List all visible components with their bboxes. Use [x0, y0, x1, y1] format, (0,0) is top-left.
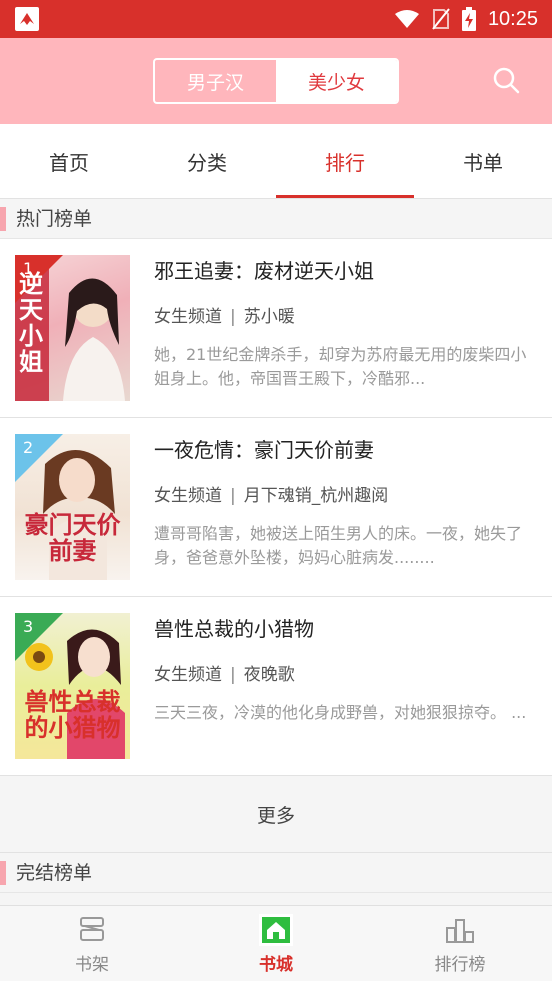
- tab-category[interactable]: 分类: [138, 124, 276, 198]
- book-item[interactable]: 1 逆天小姐 邪王追妻：废材逆天小姐 女生频道 | 苏小暖 她，21世纪金牌杀手，却…: [0, 239, 552, 418]
- wifi-icon: [394, 10, 419, 28]
- book-author: 苏小暖: [243, 307, 295, 327]
- app-notification-icon: [15, 7, 39, 31]
- book-meta: 女生频道 | 苏小暖: [154, 302, 295, 327]
- book-channel: 女生频道: [154, 665, 222, 685]
- section-title: 热门榜单: [16, 208, 93, 230]
- store-icon: [259, 914, 293, 946]
- cover-title-art: 兽性总裁的小猎物: [24, 687, 121, 742]
- nav-label: 书城: [259, 955, 293, 975]
- ranking-icon: [446, 919, 474, 943]
- top-bar: 男子汉 美少女: [0, 38, 552, 124]
- battery-charging-icon: [461, 7, 476, 31]
- more-button[interactable]: 更多: [0, 776, 552, 853]
- finished-section-header: 完结榜单: [0, 853, 552, 893]
- book-description: 遭哥哥陷害，她被送上陌生男人的床。一夜，她失了身，爸爸意外坠楼，妈妈心脏病发..…: [154, 524, 523, 567]
- book-cover[interactable]: 1 逆天小姐: [15, 255, 130, 401]
- bookshelf-icon: [80, 917, 104, 941]
- cover-title-art: 豪门天价前妻: [24, 510, 121, 565]
- tab-booklist[interactable]: 书单: [414, 124, 552, 198]
- book-item[interactable]: 2 豪门天价前妻 一夜危情：豪门天价前妻 女生频道 | 月下魂销_杭州趣阅 遭哥哥陷…: [0, 418, 552, 597]
- book-cover[interactable]: 2 豪门天价前妻: [15, 434, 130, 580]
- clock: 10:25: [487, 7, 538, 30]
- book-title[interactable]: 邪王追妻：废材逆天小姐: [154, 255, 374, 284]
- main-tabs: 首页 分类 排行 书单: [0, 124, 552, 199]
- no-sim-icon: [432, 8, 450, 30]
- meta-separator: |: [230, 307, 236, 327]
- book-description: 三天三夜，冷漠的他化身成野兽，对她狠狠掠夺。 ...: [154, 703, 527, 722]
- book-description: 她，21世纪金牌杀手，却穿为苏府最无用的废柴四小姐身上。他，帝国晋王殿下，冷酷邪…: [154, 345, 527, 388]
- book-item[interactable]: 3 兽性总裁的小猎物 兽性总裁的小猎物 女生频道 | 夜晚歌 三天三夜，冷漠的他化身…: [0, 597, 552, 776]
- book-meta: 女生频道 | 夜晚歌: [154, 660, 295, 685]
- section-accent: [0, 207, 6, 231]
- tab-home[interactable]: 首页: [0, 124, 138, 198]
- male-channel-button[interactable]: 男子汉: [155, 60, 276, 102]
- book-cover[interactable]: 3 兽性总裁的小猎物: [15, 613, 130, 759]
- nav-ranking[interactable]: 排行榜: [368, 906, 552, 981]
- tab-ranking[interactable]: 排行: [276, 124, 414, 198]
- status-bar: 10:25: [0, 0, 552, 38]
- meta-separator: |: [230, 665, 236, 685]
- book-title[interactable]: 兽性总裁的小猎物: [154, 613, 314, 642]
- female-channel-button[interactable]: 美少女: [276, 60, 397, 102]
- nav-bookshelf[interactable]: 书架: [0, 906, 184, 981]
- book-author: 夜晚歌: [243, 665, 295, 685]
- book-channel: 女生频道: [154, 307, 222, 327]
- rank-number: 3: [23, 617, 34, 636]
- nav-store[interactable]: 书城: [184, 906, 368, 981]
- section-title: 完结榜单: [16, 862, 93, 884]
- meta-separator: |: [230, 486, 236, 506]
- nav-label: 排行榜: [434, 955, 486, 975]
- section-accent: [0, 861, 6, 885]
- nav-label: 书架: [75, 955, 109, 975]
- bottom-navigation: 书架 书城 排行榜: [0, 905, 552, 981]
- book-meta: 女生频道 | 月下魂销_杭州趣阅: [154, 481, 388, 506]
- hot-section-header: 热门榜单: [0, 199, 552, 239]
- book-author: 月下魂销_杭州趣阅: [243, 486, 389, 506]
- rank-number: 2: [23, 438, 34, 457]
- gender-toggle: 男子汉 美少女: [153, 58, 399, 104]
- search-icon[interactable]: [492, 66, 520, 94]
- book-title[interactable]: 一夜危情：豪门天价前妻: [154, 434, 374, 463]
- book-channel: 女生频道: [154, 486, 222, 506]
- cover-title-art: 逆天小姐: [19, 269, 43, 376]
